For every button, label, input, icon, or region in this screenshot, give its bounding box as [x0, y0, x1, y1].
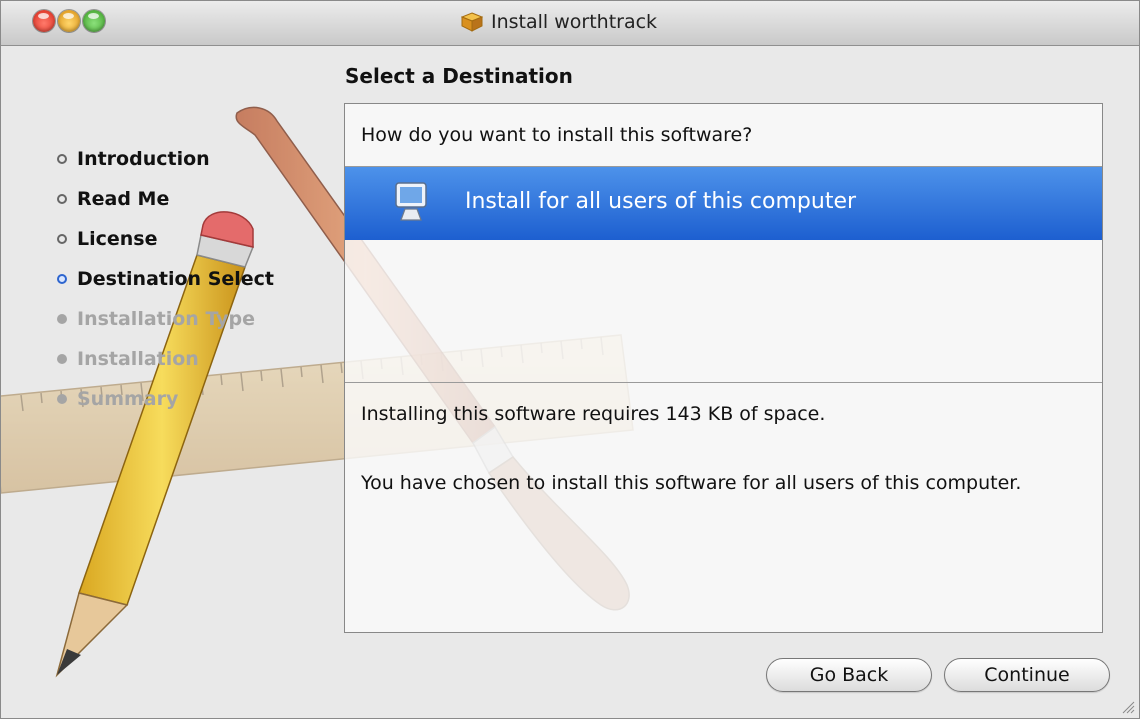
step-label: License: [77, 228, 158, 250]
page-title: Select a Destination: [345, 64, 573, 88]
installer-steps: Introduction Read Me License Destination…: [57, 139, 274, 419]
go-back-button[interactable]: Go Back: [766, 658, 932, 692]
step-bullet-icon: [57, 274, 67, 284]
install-choice-text: You have chosen to install this software…: [361, 472, 1022, 494]
title-bar: Install worthtrack: [1, 1, 1139, 46]
package-icon: [461, 12, 483, 32]
step-bullet-icon: [57, 394, 67, 404]
step-bullet-icon: [57, 314, 67, 324]
destination-panel: How do you want to install this software…: [344, 103, 1103, 633]
step-label: Installation: [77, 348, 199, 370]
step-bullet-icon: [57, 154, 67, 164]
title-group: Install worthtrack: [461, 11, 657, 33]
step-label: Read Me: [77, 188, 170, 210]
step-license: License: [57, 219, 274, 259]
step-bullet-icon: [57, 234, 67, 244]
step-label: Installation Type: [77, 308, 256, 330]
step-bullet-icon: [57, 194, 67, 204]
space-requirement-text: Installing this software requires 143 KB…: [361, 403, 826, 425]
step-label: Summary: [77, 388, 179, 410]
divider: [345, 382, 1102, 383]
window-title: Install worthtrack: [491, 11, 658, 33]
step-summary: Summary: [57, 379, 274, 419]
step-label: Introduction: [77, 148, 210, 170]
step-introduction: Introduction: [57, 139, 274, 179]
step-read-me: Read Me: [57, 179, 274, 219]
computer-icon: [395, 182, 427, 221]
step-label: Destination Select: [77, 268, 275, 290]
install-question: How do you want to install this software…: [361, 124, 753, 146]
installer-window: Install worthtrack Introduction Read Me …: [0, 0, 1140, 719]
minimize-window-button[interactable]: [58, 10, 80, 32]
zoom-window-button[interactable]: [83, 10, 105, 32]
step-installation-type: Installation Type: [57, 299, 274, 339]
step-installation: Installation: [57, 339, 274, 379]
close-window-button[interactable]: [33, 10, 55, 32]
step-destination-select: Destination Select: [57, 259, 274, 299]
resize-grip-icon[interactable]: [1119, 698, 1135, 714]
install-option-label: Install for all users of this computer: [465, 189, 857, 214]
step-bullet-icon: [57, 354, 67, 364]
install-all-users-option[interactable]: Install for all users of this computer: [345, 167, 1102, 240]
continue-button[interactable]: Continue: [944, 658, 1110, 692]
